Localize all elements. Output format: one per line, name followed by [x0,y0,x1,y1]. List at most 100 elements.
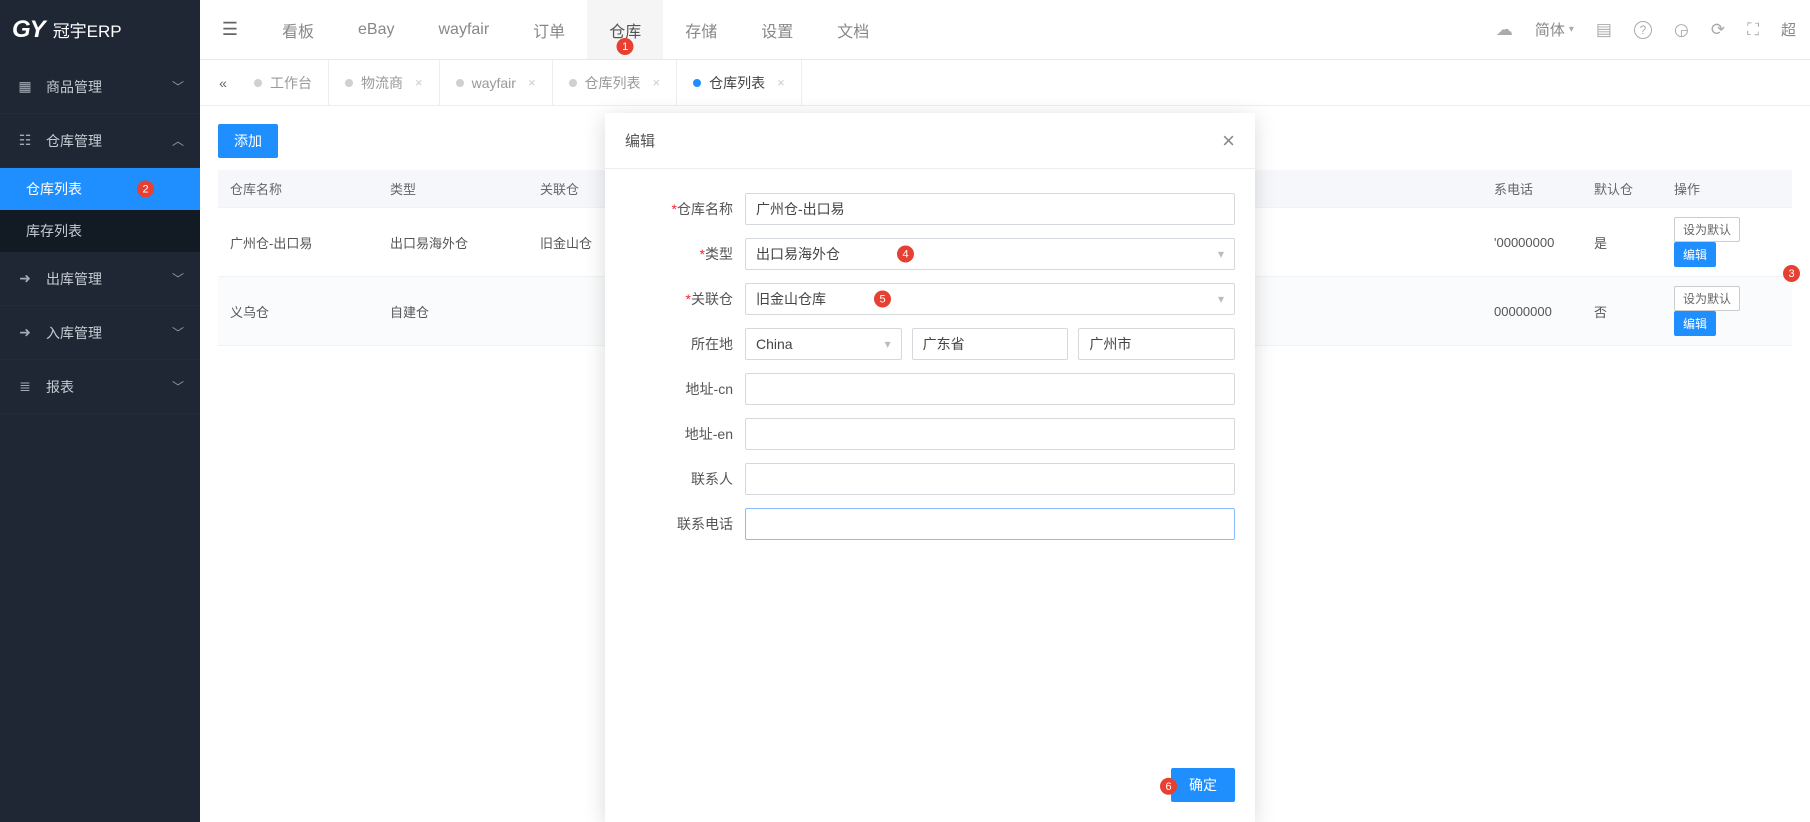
sidebar: ▦ 商品管理 ﹀ ☷ 仓库管理 ︿ 仓库列表 2 库存列表 ➜ 出库管理 ﹀ ➜… [0,60,200,822]
sidebar-item-outbound[interactable]: ➜ 出库管理 ﹀ [0,252,200,306]
top-nav: 看板 eBay wayfair 订单 仓库 1 存储 设置 文档 [260,0,1496,59]
chevron-down-icon: ▾ [885,337,891,351]
set-default-button[interactable]: 设为默认 [1674,217,1740,242]
set-default-button[interactable]: 设为默认 [1674,286,1740,311]
tab-dot-icon [456,79,464,87]
col-type: 类型 [378,170,528,208]
nav-docs[interactable]: 文档 [815,0,891,59]
label-contact: 联系人 [625,469,745,489]
tab-dot-icon [569,79,577,87]
type-select[interactable]: 出口易海外仓 ▾ [745,238,1235,270]
tab-wayfair[interactable]: wayfair× [440,60,553,106]
sidebar-sub-warehouse-list[interactable]: 仓库列表 2 [0,168,200,210]
nav-wayfair[interactable]: wayfair [416,0,511,59]
dialog-footer: 6 确定 [605,754,1255,822]
sidebar-item-product[interactable]: ▦ 商品管理 ﹀ [0,60,200,114]
col-default: 默认仓 [1582,170,1662,208]
edit-dialog: 编辑 × *仓库名称 *类型 出口易海外仓 ▾ 4 *关联仓 旧金山仓库 ▾ [605,113,1255,822]
nav-ebay[interactable]: eBay [336,0,416,59]
label-rel: *关联仓 [625,289,745,309]
country-select[interactable]: China▾ [745,328,902,360]
cloud-icon[interactable]: ☁ [1496,20,1513,40]
top-right: ☁ 简体▾ ▤ ? ◶ ⟳ ⛶ 超 [1496,19,1810,40]
nav-warehouse[interactable]: 仓库 1 [587,0,663,59]
badge-5: 5 [874,291,891,308]
nav-storage[interactable]: 存储 [663,0,739,59]
fullscreen-icon[interactable]: ⛶ [1747,20,1759,40]
label-phone: 联系电话 [625,514,745,534]
tab-warehouse-list-1[interactable]: 仓库列表× [553,60,678,106]
lang-select[interactable]: 简体▾ [1535,19,1574,40]
chevron-down-icon: ﹀ [172,270,184,287]
layout-icon[interactable]: ▤ [1596,20,1612,40]
label-addr-cn: 地址-cn [625,379,745,399]
badge-6: 6 [1160,778,1177,795]
tab-warehouse-list-2[interactable]: 仓库列表× [677,60,802,106]
addr-en-field[interactable] [745,418,1235,450]
close-icon[interactable]: × [528,75,536,90]
sidebar-sub-stock-list[interactable]: 库存列表 [0,210,200,252]
sidebar-item-inbound[interactable]: ➜ 入库管理 ﹀ [0,306,200,360]
label-loc: 所在地 [625,334,745,354]
close-icon[interactable]: × [653,75,661,90]
addr-cn-field[interactable] [745,373,1235,405]
close-icon[interactable]: × [777,75,785,90]
edit-button[interactable]: 编辑 [1674,311,1716,336]
out-icon: ➜ [16,270,34,287]
list-icon: ≣ [16,378,34,395]
menu-collapse-icon[interactable]: ☰ [200,19,260,40]
chevron-down-icon: ▾ [1218,292,1224,306]
top-header: GY 冠宇ERP ☰ 看板 eBay wayfair 订单 仓库 1 存储 设置… [0,0,1810,60]
label-addr-en: 地址-en [625,424,745,444]
badge-2: 2 [137,181,154,198]
overflow-text: 超 [1781,19,1796,40]
col-actions: 操作 [1662,170,1792,208]
tab-dot-icon [254,79,262,87]
logo-brand: GY [12,16,45,44]
dialog-header: 编辑 × [605,113,1255,169]
phone-field[interactable] [745,508,1235,540]
sidebar-item-label: 仓库管理 [46,131,102,151]
tabs-bar: « 工作台 物流商× wayfair× 仓库列表× 仓库列表× [200,60,1810,106]
tab-workbench[interactable]: 工作台 [238,60,329,106]
label-name: *仓库名称 [625,199,745,219]
nav-settings[interactable]: 设置 [739,0,815,59]
refresh-icon[interactable]: ⟳ [1711,20,1725,40]
close-icon[interactable]: × [1222,128,1235,154]
close-icon[interactable]: × [415,75,423,90]
sidebar-item-report[interactable]: ≣ 报表 ﹀ [0,360,200,414]
name-field[interactable] [745,193,1235,225]
dialog-title: 编辑 [625,130,655,151]
nav-order[interactable]: 订单 [511,0,587,59]
col-name: 仓库名称 [218,170,378,208]
chevron-down-icon: ﹀ [172,324,184,341]
col-phone: 系电话 [1482,170,1582,208]
badge-4: 4 [897,246,914,263]
in-icon: ➜ [16,324,34,341]
add-button[interactable]: 添加 [218,124,278,158]
chevron-down-icon: ﹀ [172,378,184,395]
db-icon: ☷ [16,132,34,149]
help-icon[interactable]: ? [1634,21,1652,39]
sidebar-item-label: 入库管理 [46,323,102,343]
sidebar-item-warehouse[interactable]: ☷ 仓库管理 ︿ [0,114,200,168]
logo-name: 冠宇ERP [53,17,122,42]
chevron-down-icon: ▾ [1218,247,1224,261]
chevron-down-icon: ﹀ [172,78,184,95]
tabs-collapse-icon[interactable]: « [208,75,238,91]
dashboard-icon[interactable]: ◶ [1674,20,1689,40]
tab-logistics[interactable]: 物流商× [329,60,440,106]
chevron-up-icon: ︿ [172,132,184,149]
edit-button[interactable]: 编辑 [1674,242,1716,267]
badge-3: 3 [1783,265,1800,282]
tab-dot-icon [345,79,353,87]
nav-dashboard[interactable]: 看板 [260,0,336,59]
rel-select[interactable]: 旧金山仓库 ▾ [745,283,1235,315]
confirm-button[interactable]: 确定 [1171,768,1235,802]
tab-dot-icon [693,79,701,87]
contact-field[interactable] [745,463,1235,495]
province-field[interactable] [912,328,1069,360]
sidebar-item-label: 出库管理 [46,269,102,289]
city-field[interactable] [1078,328,1235,360]
sidebar-sub-label: 仓库列表 [26,179,82,199]
